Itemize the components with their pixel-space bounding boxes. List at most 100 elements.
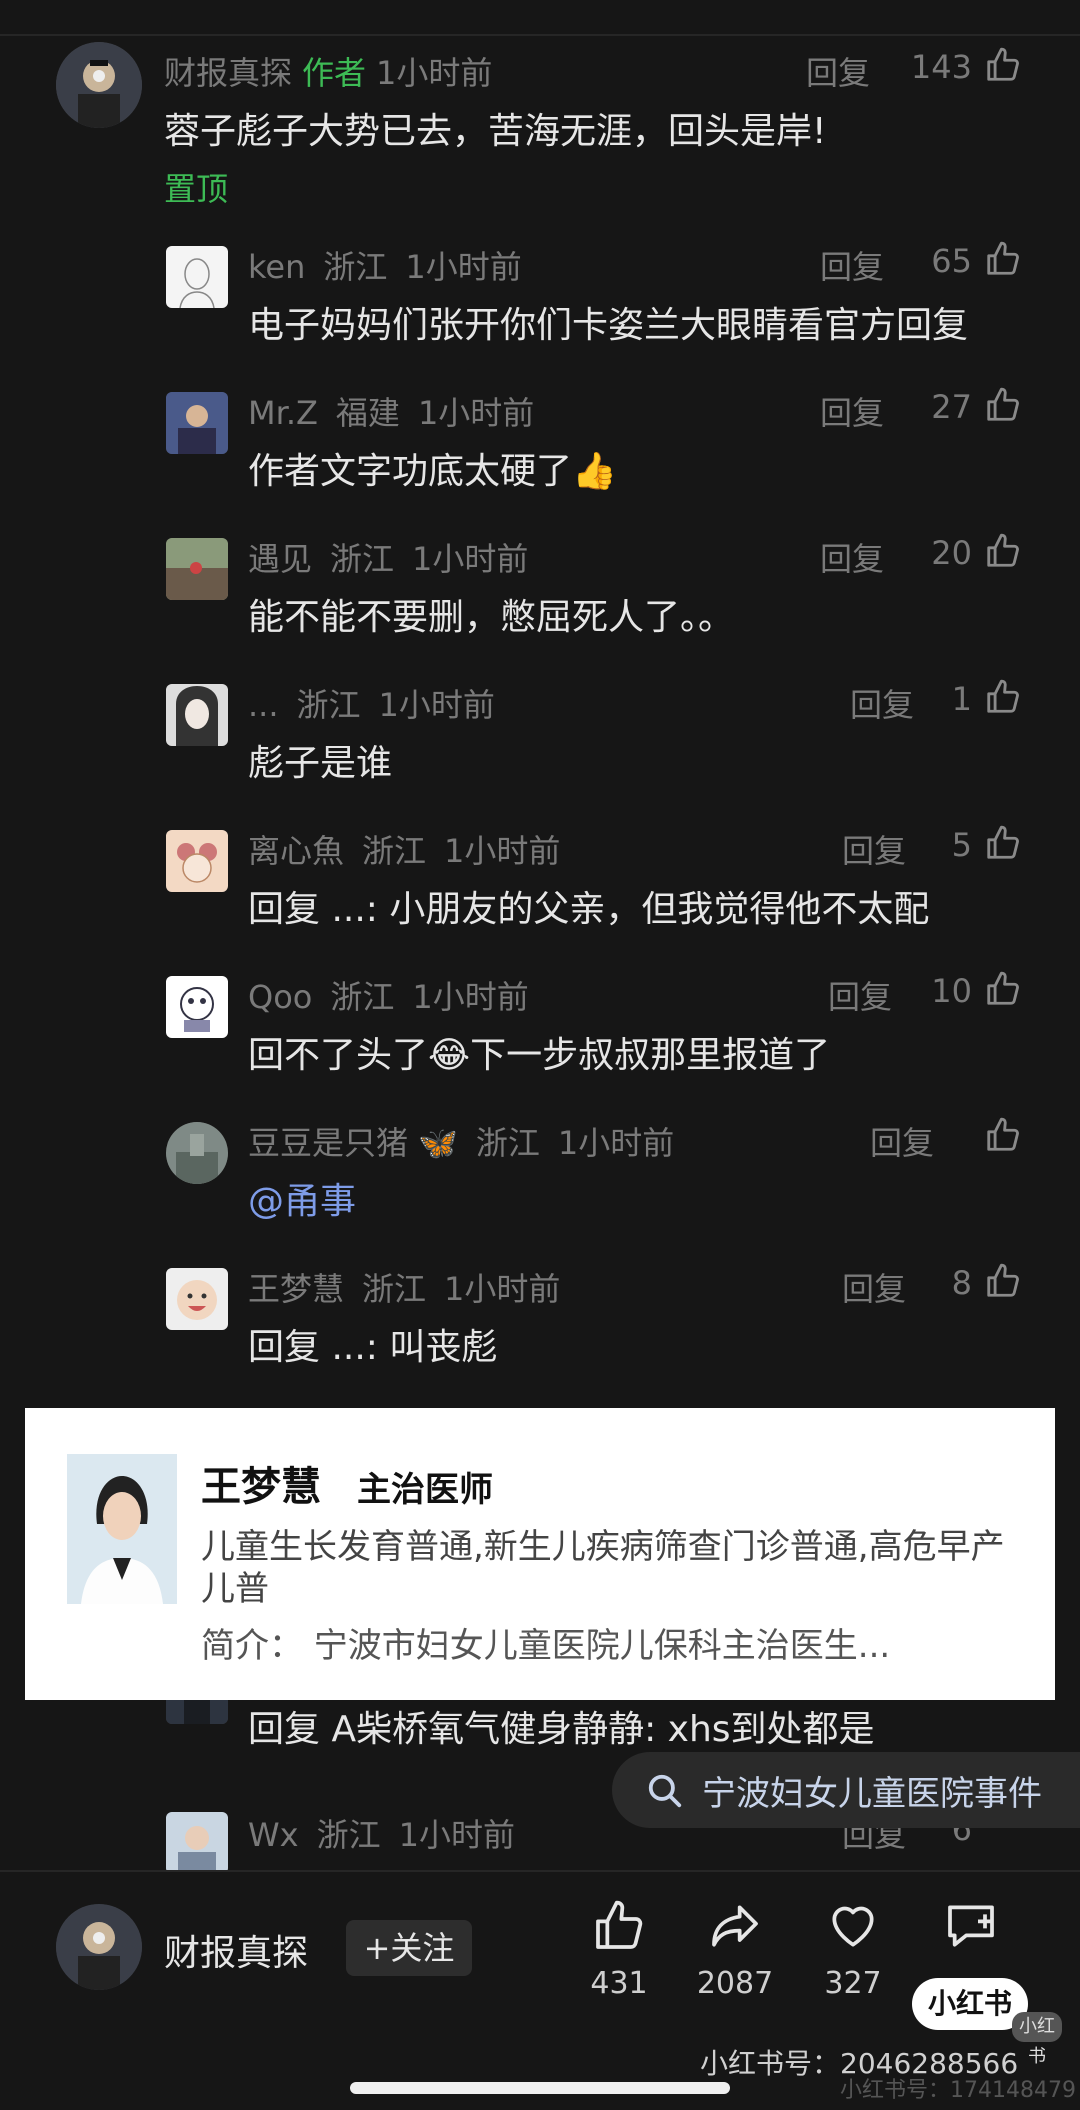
comment-location: 浙江 [296,686,361,724]
thumbs-up-icon[interactable] [984,678,1022,716]
thumbs-up-icon [596,1900,643,1949]
comment-meta: 财报真探 作者 1小时前 [164,48,492,94]
search-icon [648,1774,682,1808]
like-count: 143 [910,48,972,86]
comment-time: 1小时前 [417,394,535,432]
like-button[interactable]: 431 [564,1898,674,2001]
bottom-action-bar: 财报真探 +关注 431 2087 327 小红书 小红书 小红书号：20462… [0,1870,1080,2110]
username[interactable]: Mr.Z [248,394,318,432]
reply-button[interactable]: 回复 [820,534,884,580]
thumbs-up-icon[interactable] [984,1262,1022,1300]
comment-text: 蓉子彪子大势已去，苦海无涯，回头是岸! [164,111,827,152]
mention-text[interactable]: @甬事 [248,1172,356,1224]
like-count: 5 [951,826,972,864]
comment-location: 浙江 [362,1270,427,1308]
comment-location: 浙江 [330,978,395,1016]
username[interactable]: 财报真探 [164,54,292,92]
thumbs-up-icon[interactable] [984,824,1022,862]
comment-location: 浙江 [323,248,388,286]
home-indicator[interactable] [350,2082,730,2094]
comment-time: 1小时前 [444,832,561,870]
avatar[interactable] [56,42,142,128]
comment-text: 回复 ...: 小朋友的父亲，但我觉得他不太配 [248,889,930,930]
thumbs-up-icon[interactable] [984,386,1022,424]
like-count: 1 [951,680,972,718]
like-count: 20 [931,534,972,572]
reply-button[interactable]: 回复 [806,48,870,94]
pinned-label: 置顶 [164,170,229,208]
comment-text: 能不能不要删，憋屈死人了。。 [248,597,735,638]
comment-meta: 豆豆是只猪 🦋 浙江 1小时前 [248,1118,674,1164]
author-badge: 作者 [302,54,367,92]
comment-meta: Qoo 浙江 1小时前 [248,972,529,1018]
author-avatar[interactable] [56,1904,142,1990]
username[interactable]: 王梦慧 [248,1270,344,1308]
comment-time: 1小时前 [444,1270,561,1308]
doctor-info-card[interactable]: 王梦慧 主治医师 儿童生长发育普通,新生儿疾病筛查门诊普通,高危早产儿普 简介：… [25,1408,1055,1700]
comment-location: 浙江 [316,1816,381,1854]
reply-button[interactable]: 回复 [820,242,884,288]
avatar[interactable] [166,392,228,454]
doctor-intro: 简介： 宁波市妇女儿童医院儿保科主治医生... [201,1626,891,1666]
thumbs-up-icon[interactable] [984,970,1022,1008]
reply-button[interactable]: 回复 [870,1118,934,1164]
avatar[interactable] [166,976,228,1038]
reply-button[interactable]: 回复 [842,1264,906,1310]
doctor-specialty: 儿童生长发育普通,新生儿疾病筛查门诊普通,高危早产儿普 [201,1527,1005,1609]
comment-time: 1小时前 [376,54,493,92]
doctor-photo [67,1454,177,1604]
share-icon [712,1905,758,1947]
comment-location: 浙江 [475,1124,540,1162]
username[interactable]: ken [248,248,305,286]
favorite-button[interactable]: 327 [798,1898,908,2001]
comment-text: 回复 ...: 叫丧彪 [248,1327,498,1368]
comment-meta: 遇见 浙江 1小时前 [248,534,528,580]
username[interactable]: 离心魚 [248,832,344,870]
username[interactable]: 豆豆是只猪 [248,1124,408,1162]
avatar[interactable] [166,1812,228,1874]
favorite-count: 327 [824,1966,882,2001]
thumbs-up-icon[interactable] [984,532,1022,570]
comment-time: 1小时前 [398,1816,515,1854]
search-suggestion-text: 宁波妇女儿童医院事件 [702,1774,1042,1814]
like-count: 65 [931,242,972,280]
comment-meta: Mr.Z 福建 1小时前 [248,388,534,434]
comment-time: 1小时前 [557,1124,675,1162]
watermark-id-secondary: 小红书号：174148479 [840,2078,1076,2103]
doctor-title: 主治医师 [357,1470,493,1510]
author-name[interactable]: 财报真探 [164,1924,308,1976]
comment-meta: Wx 浙江 1小时前 [248,1810,515,1856]
username[interactable]: ... [248,686,279,724]
like-count: 431 [590,1966,648,2001]
avatar[interactable] [166,830,228,892]
avatar[interactable] [166,538,228,600]
share-count: 2087 [696,1966,774,2001]
avatar[interactable] [166,684,228,746]
add-comment-icon [948,1905,994,1947]
avatar[interactable] [166,1122,228,1184]
avatar[interactable] [166,1268,228,1330]
comment-button[interactable] [916,1898,1026,1958]
doctor-name: 王梦慧 [201,1464,321,1510]
comment-time: 1小时前 [405,248,522,286]
comment-text: 作者文字功底太硬了👍 [248,451,617,492]
like-count: 10 [931,972,972,1010]
like-count: 27 [931,388,972,426]
username[interactable]: 遇见 [248,540,312,578]
thumbs-up-icon[interactable] [984,46,1022,84]
comment-text: 彪子是谁 [248,743,393,784]
comment-time: 1小时前 [412,540,529,578]
thumbs-up-icon[interactable] [984,240,1022,278]
reply-button[interactable]: 回复 [842,826,906,872]
search-suggestion[interactable]: 宁波妇女儿童医院事件 [612,1752,1080,1828]
reply-button[interactable]: 回复 [828,972,892,1018]
share-button[interactable]: 2087 [680,1898,790,2001]
xiaohongshu-small-logo: 小红书 [1012,2012,1062,2067]
comment-text: 回不了头了😂下一步叔叔那里报道了 [248,1035,831,1076]
reply-button[interactable]: 回复 [820,388,884,434]
username[interactable]: Qoo [248,978,312,1016]
thumbs-up-icon[interactable] [984,1116,1022,1154]
username[interactable]: Wx [248,1816,299,1854]
follow-button[interactable]: +关注 [346,1920,472,1976]
avatar[interactable] [166,246,228,308]
